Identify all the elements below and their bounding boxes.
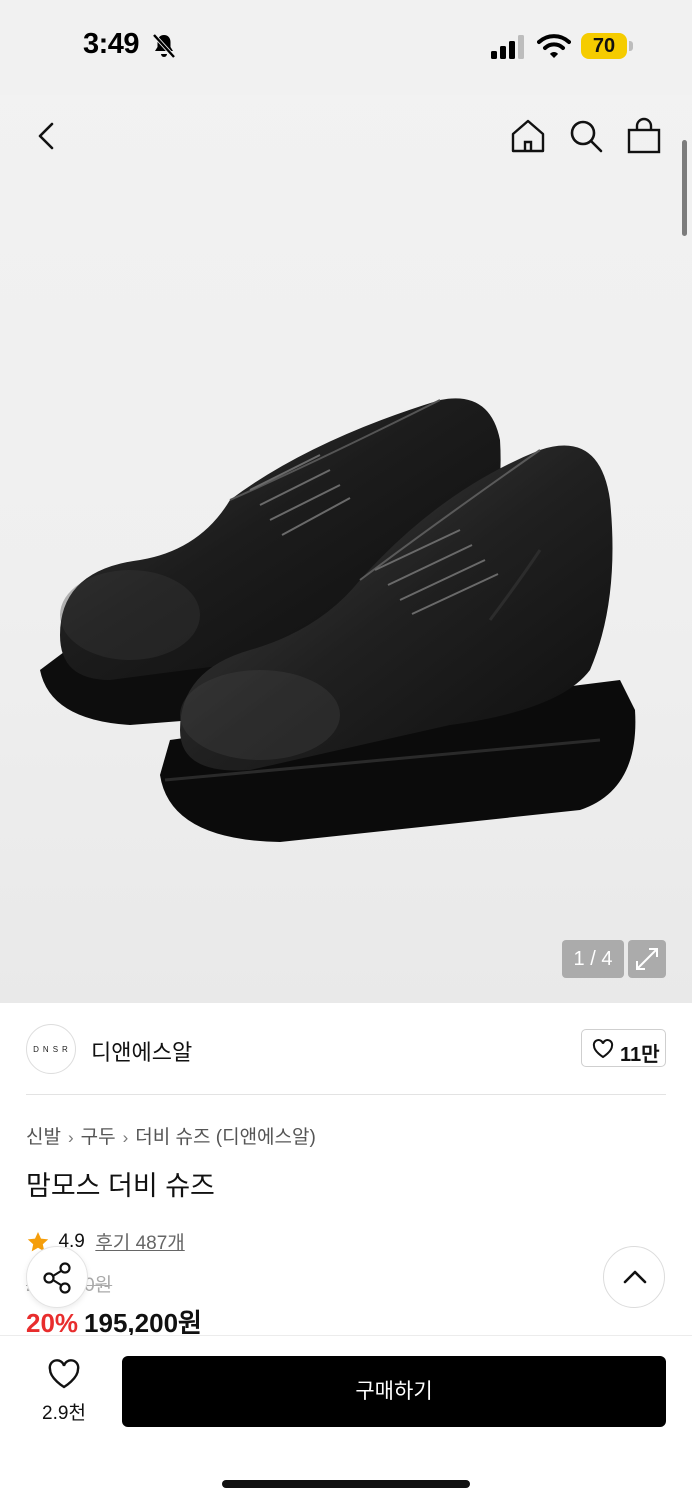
- breadcrumb-item[interactable]: 신발: [26, 1127, 61, 1148]
- share-icon: [43, 1262, 71, 1294]
- search-icon[interactable]: [566, 116, 606, 156]
- buy-button[interactable]: 구매하기: [122, 1356, 666, 1427]
- battery-level: 70: [592, 35, 616, 57]
- expand-icon[interactable]: [628, 940, 666, 978]
- home-icon[interactable]: [508, 116, 548, 156]
- brand-like-button[interactable]: 11만: [581, 1029, 666, 1067]
- wifi-icon: [537, 34, 571, 58]
- signal-icon: [491, 35, 524, 59]
- product-image-gallery[interactable]: 1 / 4: [0, 0, 692, 1003]
- bottom-action-bar: 2.9천 구매하기: [0, 1335, 692, 1500]
- brand-row[interactable]: DNSR 디앤에스알 11만: [0, 1003, 692, 1095]
- battery-icon: 70: [581, 33, 633, 59]
- chevron-right-icon: ›: [122, 1128, 129, 1147]
- brand-logo[interactable]: DNSR: [26, 1024, 76, 1074]
- brand-name[interactable]: 디앤에스알: [91, 1035, 192, 1067]
- wishlist-count: 2.9천: [42, 1403, 86, 1424]
- breadcrumb-item[interactable]: 구두: [81, 1127, 116, 1148]
- review-link[interactable]: 후기 487개: [95, 1233, 184, 1254]
- battery-tip: [629, 41, 633, 51]
- bell-off-icon: [152, 33, 176, 59]
- bag-icon[interactable]: [624, 116, 664, 156]
- product-shoes-image: [40, 398, 636, 842]
- heart-icon: [592, 1039, 614, 1059]
- image-page-counter: 1 / 4: [562, 940, 624, 978]
- breadcrumb: 신발 › 구두 › 더비 슈즈 (디앤에스알): [26, 1122, 316, 1149]
- sale-price: 195,200원: [84, 1308, 202, 1338]
- home-indicator: [222, 1480, 470, 1488]
- scroll-indicator[interactable]: [682, 140, 687, 236]
- chevron-right-icon: ›: [67, 1128, 74, 1147]
- status-time: 3:49: [83, 28, 140, 60]
- share-button[interactable]: [26, 1246, 88, 1308]
- discount-rate: 20%: [26, 1308, 79, 1338]
- status-bar: 3:49 70: [0, 0, 692, 95]
- product-title: 맘모스 더비 슈즈: [26, 1171, 215, 1201]
- chevron-up-icon: [623, 1270, 647, 1284]
- breadcrumb-item[interactable]: 더비 슈즈 (디앤에스알): [135, 1127, 316, 1148]
- brand-like-count: 11만: [620, 1044, 660, 1066]
- wishlist-heart-icon[interactable]: [47, 1358, 81, 1390]
- scroll-top-button[interactable]: [603, 1246, 665, 1308]
- back-icon[interactable]: [28, 116, 68, 156]
